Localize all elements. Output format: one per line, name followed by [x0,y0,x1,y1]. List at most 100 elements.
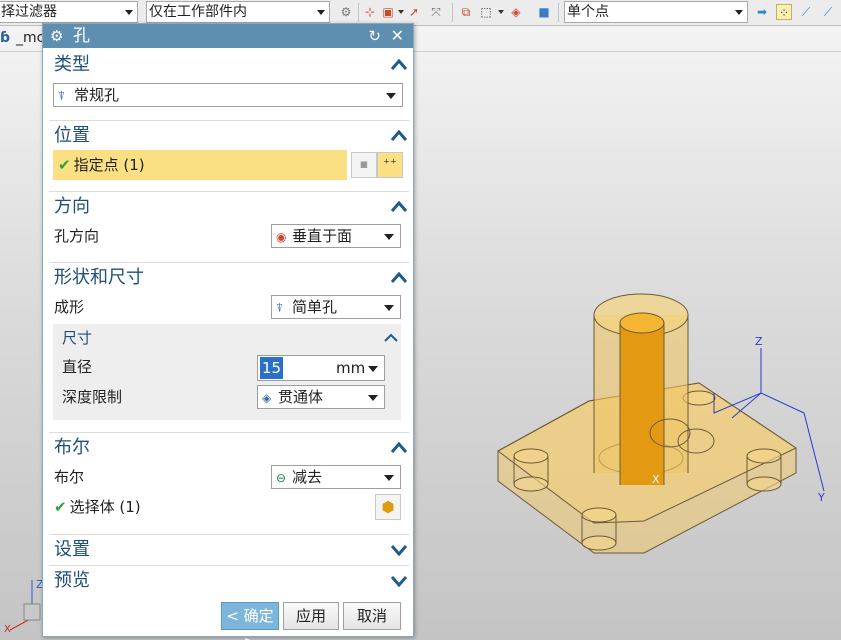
deselect-icon[interactable]: ⤧ [428,4,444,20]
chevron-down-icon [384,234,394,240]
apply-button[interactable]: 应用 [283,602,339,630]
rectangle-select-icon[interactable]: ⬚ [478,4,494,20]
select-all-icon[interactable]: ◈ [508,4,524,20]
file-tab[interactable]: ɓ _mc [0,30,44,46]
toolbar-divider [452,3,453,22]
section-preview-header[interactable]: 预览 [49,565,409,595]
depth-limit-dropdown[interactable]: ◈ 贯通体 [257,385,385,409]
check-icon: ✔ [58,156,71,174]
section-shape-header[interactable]: 形状和尺寸 [49,262,409,292]
section-position: 位置 ✔ 指定点 (1) ▪ ⁺⁺ [49,120,409,180]
hole-direction-value: 垂直于面 [292,227,353,245]
reset-icon[interactable]: ↻ [368,24,381,48]
hole-model-view: Z Y X [497,293,825,554]
type-filter-combo[interactable]: 择过滤器 [0,1,138,23]
section-boolean-header[interactable]: 布尔 [49,432,409,462]
close-icon[interactable]: ✕ [391,24,404,48]
snap-mode-value: 单个点 [567,4,609,20]
chevron-up-icon[interactable] [381,329,401,347]
body-cube-icon[interactable]: ⬢ [375,494,401,520]
boolean-value: 减去 [292,468,323,486]
ok-button[interactable]: < 确定 > [221,602,279,640]
hole-type-dropdown[interactable]: ⍒ 常规孔 [53,83,403,107]
form-dropdown[interactable]: ⍒ 简单孔 [271,295,401,319]
section-direction: 方向 孔方向 ◉ 垂直于面 [49,191,409,251]
box-select-icon[interactable]: ▣ [380,4,396,20]
axis-label-x: X [652,473,660,486]
chevron-down-icon[interactable] [389,572,409,590]
depth-limit-label: 深度限制 [62,388,123,406]
type-filter-value: 择过滤器 [1,4,57,20]
section-boolean: 布尔 布尔 ⊖ 减去 ✔ 选择体 (1) ⬢ [49,432,409,522]
hole-type-icon: ⍒ [58,89,66,103]
depth-limit-row: 深度限制 ◈ 贯通体 [53,382,401,412]
section-type-title: 类型 [54,54,90,75]
assembly-filter-icon[interactable]: ⚙ [338,4,354,20]
select-arrow-icon[interactable]: ➚ [406,4,422,20]
scope-combo[interactable]: 仅在工作部件内 [146,1,330,23]
chevron-down-icon[interactable] [398,10,404,14]
chevron-up-icon[interactable] [389,127,409,145]
hole-dialog: ⚙ 孔 ↻ ✕ 类型 ⍒ 常规孔 位置 ✔ 指定点 (1) ▪ ⁺⁺ 方向 孔方… [42,23,414,640]
line-snap-icon[interactable]: ⟋ [798,4,814,20]
dialog-titlebar[interactable]: ⚙ 孔 ↻ ✕ [43,24,413,48]
boolean-dropdown[interactable]: ⊖ 减去 [271,465,401,489]
chevron-up-icon[interactable] [389,439,409,457]
scope-value: 仅在工作部件内 [149,4,247,20]
through-body-icon: ◈ [262,391,272,405]
chevron-down-icon [735,10,743,15]
hole-direction-label: 孔方向 [54,227,100,245]
section-shape: 形状和尺寸 成形 ⍒ 简单孔 尺寸 直径 15 mm 深度限制 ◈ 贯通体 [49,262,409,420]
diameter-unit: mm [336,359,366,377]
point-snap-icon[interactable]: ⁘ [776,4,792,20]
section-shape-title: 形状和尺寸 [54,267,144,288]
dimensions-subsection: 尺寸 直径 15 mm 深度限制 ◈ 贯通体 [53,324,401,420]
point-dialog-icon[interactable]: ⁺⁺ [377,152,403,178]
chevron-down-icon[interactable] [389,541,409,559]
chevron-down-icon [384,305,394,311]
section-direction-header[interactable]: 方向 [49,191,409,221]
section-type-header[interactable]: 类型 [49,50,409,80]
endpoint-snap-icon[interactable]: ⟋ [820,4,836,20]
form-label: 成形 [54,298,85,316]
hole-direction-dropdown[interactable]: ◉ 垂直于面 [271,224,401,248]
dimensions-header[interactable]: 尺寸 [53,324,401,352]
cancel-button[interactable]: 取消 [343,602,401,630]
component-select-icon[interactable]: ⧉ [458,4,474,20]
diameter-value: 15 [260,357,284,379]
chevron-up-icon[interactable] [389,269,409,287]
form-value: 简单孔 [292,298,338,316]
axis-label-z: Z [755,335,763,348]
chevron-down-icon[interactable] [498,10,504,14]
gear-icon[interactable]: ⚙ [50,24,63,48]
triad-x-label: X [4,624,11,635]
chevron-up-icon[interactable] [389,56,409,74]
graphics-viewport[interactable]: Z Y X [414,53,841,640]
select-body-row[interactable]: ✔ 选择体 (1) ⬢ [49,492,409,522]
chevron-down-icon [384,475,394,481]
specify-point-field[interactable]: ✔ 指定点 (1) [58,156,145,174]
sketch-section-icon[interactable]: ▪ [351,152,377,178]
normal-to-face-icon: ◉ [276,230,287,244]
boolean-row: 布尔 ⊖ 减去 [49,462,409,492]
specify-point-label: 指定点 (1) [73,156,145,174]
view-triad: Z X [4,578,44,635]
section-position-header[interactable]: 位置 [49,120,409,150]
chevron-down-icon[interactable] [368,366,378,372]
chevron-down-icon [125,10,133,15]
chevron-down-icon [386,93,396,99]
simple-hole-icon: ⍒ [276,301,284,315]
snap-mode-combo[interactable]: 单个点 [564,1,748,23]
boolean-label: 布尔 [54,468,85,486]
section-settings-header[interactable]: 设置 [49,534,409,564]
chevron-up-icon[interactable] [389,198,409,216]
diameter-label: 直径 [62,358,93,376]
diameter-input[interactable]: 15 mm [257,355,385,381]
specify-point-row[interactable]: ✔ 指定点 (1) ▪ ⁺⁺ [49,150,409,180]
depth-limit-value: 贯通体 [278,388,324,406]
section-preview-title: 预览 [54,570,90,591]
body-select-icon[interactable]: ■ [536,4,552,20]
snap-point-icon[interactable]: ⊹ [362,4,378,20]
arrow-right-icon[interactable]: ➡ [754,4,770,20]
diameter-row: 直径 15 mm [53,352,401,382]
